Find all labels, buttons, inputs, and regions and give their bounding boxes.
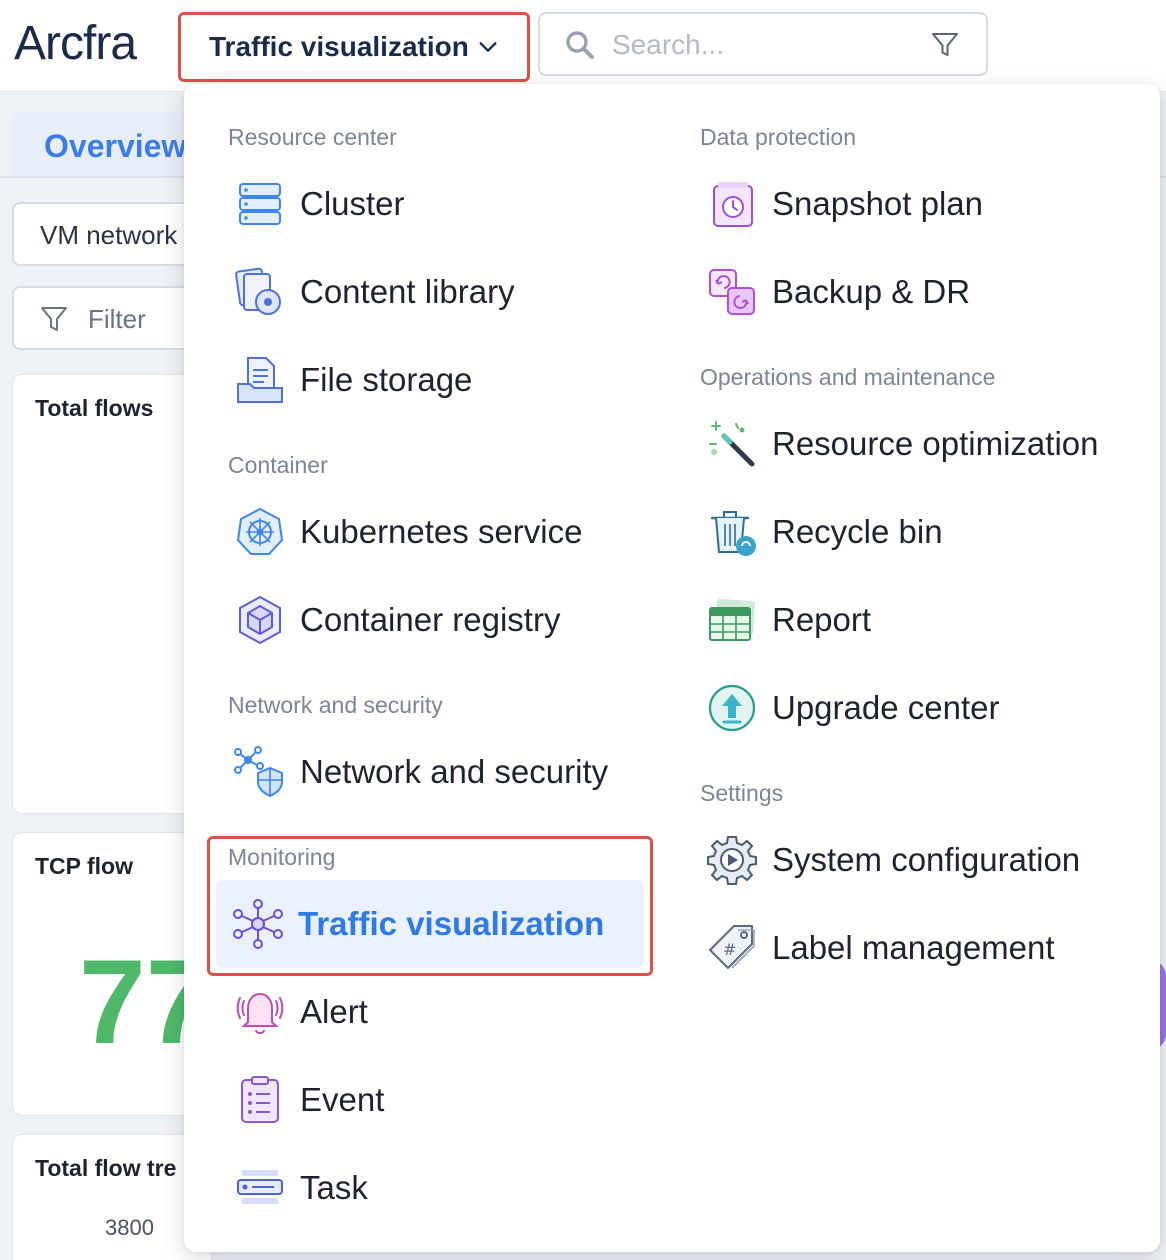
section-title-data-protection: Data protection (700, 124, 856, 150)
menu-item-label: Label management (772, 929, 1055, 966)
menu-item-content-library[interactable]: Content library (234, 260, 515, 324)
menu-item-event[interactable]: Event (234, 1068, 384, 1132)
menu-item-label: Recycle bin (772, 513, 943, 550)
filter-button[interactable]: Filter (12, 286, 212, 350)
menu-item-label-management[interactable]: # Label management (706, 916, 1055, 980)
section-title-monitoring: Monitoring (228, 844, 336, 870)
menu-item-recycle-bin[interactable]: Recycle bin (706, 500, 943, 564)
section-title-network-security: Network and security (228, 692, 443, 718)
total-flows-card: Total flows (12, 374, 212, 814)
menu-item-resource-optimization[interactable]: Resource optimization (706, 412, 1099, 476)
product-nav-label: Traffic visualization (209, 31, 469, 62)
brand-logo[interactable]: Arcfra (14, 16, 137, 71)
axis-tick-label: 3800 (105, 1215, 154, 1240)
product-menu-panel: Resource center Cluster Content library … (184, 84, 1160, 1252)
filter-icon[interactable] (930, 30, 960, 60)
menu-item-label: Traffic visualization (298, 905, 605, 942)
menu-item-label: Upgrade center (772, 689, 1000, 726)
top-bar: Arcfra Traffic visualization (0, 0, 1166, 92)
search-icon (566, 31, 594, 59)
menu-item-label: Event (300, 1081, 385, 1118)
snapshot-plan-icon (713, 182, 753, 227)
tag-icon: # (709, 925, 755, 969)
gear-icon (707, 836, 757, 885)
event-list-icon (241, 1076, 279, 1123)
filter-icon (41, 307, 67, 331)
menu-item-label: Task (300, 1169, 368, 1206)
menu-item-label: Cluster (300, 185, 405, 222)
menu-item-container-registry[interactable]: Container registry (234, 588, 560, 652)
menu-item-label: Backup & DR (772, 273, 971, 310)
network-security-icon (234, 746, 283, 798)
section-title-settings: Settings (700, 780, 784, 806)
menu-item-snapshot-plan[interactable]: Snapshot plan (706, 172, 983, 236)
menu-item-alert[interactable]: Alert (234, 980, 368, 1044)
traffic-visualization-icon (233, 899, 283, 949)
cluster-icon (239, 183, 281, 225)
section-title-container: Container (228, 452, 328, 478)
menu-item-label: Report (772, 601, 872, 638)
menu-item-task[interactable]: Task (234, 1156, 368, 1220)
total-flow-trend-card: Total flow tre 3800 (12, 1134, 212, 1260)
tab-overview[interactable]: Overview (12, 112, 212, 178)
section-title-resource-center: Resource center (228, 124, 397, 150)
menu-item-label: Resource optimization (772, 425, 1099, 462)
menu-item-system-configuration[interactable]: System configuration (706, 828, 1080, 892)
menu-item-kubernetes-service[interactable]: Kubernetes service (234, 500, 582, 564)
recycle-bin-icon (710, 511, 756, 556)
menu-item-cluster[interactable]: Cluster (234, 172, 405, 236)
tcp-flow-card: TCP flow 77 (12, 832, 212, 1116)
upgrade-arrow-icon (708, 684, 756, 732)
menu-item-label: Content library (300, 273, 515, 310)
chevron-down-icon (479, 42, 497, 52)
alert-bell-icon (236, 992, 284, 1034)
menu-item-label: File storage (300, 361, 473, 398)
menu-item-label: Kubernetes service (300, 513, 583, 550)
container-registry-icon (239, 595, 281, 645)
magic-wand-icon (709, 421, 755, 467)
kubernetes-icon (236, 507, 284, 555)
filter-label: Filter (88, 304, 146, 334)
menu-item-network-security[interactable]: Network and security (234, 740, 608, 804)
backup-dr-icon (709, 269, 755, 315)
card-title: Total flow tre (35, 1155, 177, 1181)
menu-item-label: Snapshot plan (772, 185, 984, 222)
product-nav-dropdown[interactable]: Traffic visualization (178, 12, 530, 82)
search-input[interactable] (612, 24, 912, 66)
vm-network-select[interactable]: VM network (12, 202, 212, 266)
content-library-icon (235, 267, 281, 315)
report-spreadsheet-icon (709, 598, 755, 641)
menu-item-label: System configuration (772, 841, 1081, 878)
menu-item-label: Alert (300, 993, 368, 1030)
global-search (538, 12, 988, 76)
card-title: Total flows (35, 395, 154, 421)
svg-text:#: # (723, 940, 736, 959)
menu-item-backup-dr[interactable]: Backup & DR (706, 260, 970, 324)
menu-item-file-storage[interactable]: File storage (234, 348, 472, 412)
menu-item-label: Network and security (300, 753, 609, 790)
menu-item-report[interactable]: Report (706, 588, 871, 652)
menu-item-upgrade-center[interactable]: Upgrade center (706, 676, 999, 740)
task-icon (237, 1170, 283, 1204)
file-storage-icon (237, 357, 283, 403)
menu-item-label: Container registry (300, 601, 561, 638)
section-title-operations: Operations and maintenance (700, 364, 996, 390)
card-title: TCP flow (35, 853, 133, 879)
menu-item-traffic-visualization[interactable]: Traffic visualization (216, 880, 644, 968)
